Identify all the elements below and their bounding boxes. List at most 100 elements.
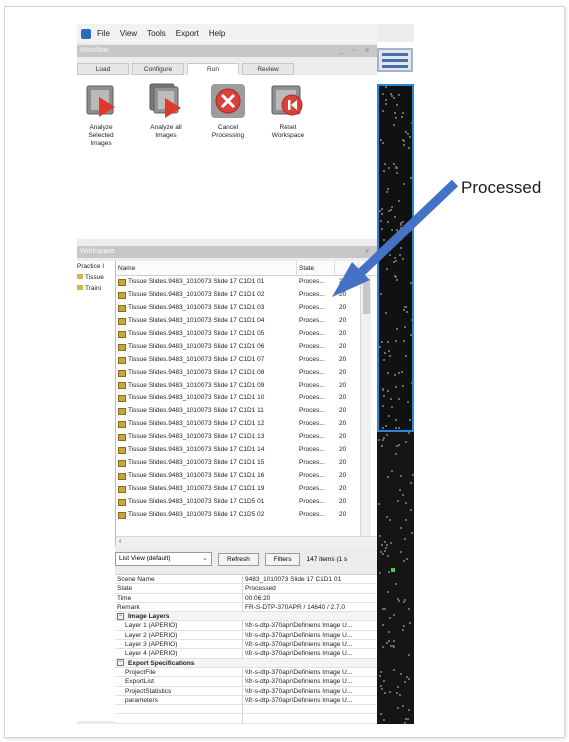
property-row[interactable]: Layer 1 (APERIO) \\fr-s-dtp-370apr\Defini… xyxy=(115,621,377,631)
tab-review[interactable]: Review xyxy=(242,63,294,75)
menu-view[interactable]: View xyxy=(120,29,137,38)
property-key: ExportList xyxy=(115,677,243,686)
list-horizontal-scrollbar[interactable]: ‹ xyxy=(116,536,377,546)
export-specifications-section[interactable]: − Export Specifications xyxy=(115,658,377,668)
table-row[interactable]: Tissue Slides.9483_1010073 Slide 17 C1D1… xyxy=(116,418,377,431)
property-key: Layer 3 (APERIO) xyxy=(115,640,243,649)
table-row[interactable]: Tissue Slides.9483_1010073 Slide 17 C1D1… xyxy=(116,431,377,444)
tissue-speck xyxy=(395,167,398,170)
property-row[interactable]: Time 00:06:20 xyxy=(115,593,377,603)
property-row[interactable]: Layer 4 (APERIO) \\fr-s-dtp-370apr\Defini… xyxy=(115,649,377,659)
cancel-processing-button[interactable]: Cancel Processing xyxy=(205,83,251,140)
row-name: Tissue Slides.9483_1010073 Slide 17 C1D1… xyxy=(128,303,265,311)
property-value: 9483_1010073 Slide 17 C1D1 01 xyxy=(245,576,342,583)
image-file-icon xyxy=(118,382,126,390)
table-row[interactable]: Tissue Slides.9483_1010073 Slide 17 C1D1… xyxy=(116,354,377,367)
tissue-speck xyxy=(410,228,412,231)
column-header-date[interactable] xyxy=(335,261,359,275)
table-row[interactable]: Tissue Slides.9483_1010073 Slide 17 C1D1… xyxy=(116,315,377,328)
tree-item-tissue[interactable]: Tissue xyxy=(77,272,115,283)
tissue-speck xyxy=(395,582,398,585)
workflow-window-controls[interactable]: _ ▫ x xyxy=(339,45,373,57)
tab-run[interactable]: Run xyxy=(187,63,239,75)
tissue-speck xyxy=(388,571,390,574)
analyze-selected-icon xyxy=(83,83,119,119)
slide-image-view[interactable] xyxy=(377,84,414,432)
table-row[interactable]: Tissue Slides.9483_1010073 Slide 17 C1D1… xyxy=(116,392,377,405)
refresh-button[interactable]: Refresh xyxy=(218,552,259,566)
column-header-state[interactable]: State xyxy=(297,261,335,275)
table-row[interactable]: Tissue Slides.9483_1010073 Slide 17 C1D1… xyxy=(116,302,377,315)
table-row[interactable]: Tissue Slides.9483_1010073 Slide 17 C1D1… xyxy=(116,483,377,496)
tissue-speck xyxy=(393,123,396,126)
tissue-speck xyxy=(410,509,413,512)
menu-export[interactable]: Export xyxy=(176,29,199,38)
table-row[interactable]: Tissue Slides.9483_1010073 Slide 17 C1D1… xyxy=(116,470,377,483)
table-row[interactable]: Tissue Slides.9483_1010073 Slide 17 C1D5… xyxy=(116,509,377,522)
property-row[interactable]: Layer 3 (APERIO) \\fr-s-dtp-370apr\Defini… xyxy=(115,640,377,650)
view-select[interactable]: List View (default) ⌄ xyxy=(115,552,212,566)
menu-file[interactable]: File xyxy=(97,29,110,38)
analyze-selected-images-button[interactable]: Analyze Selected Images xyxy=(78,83,124,148)
tissue-speck xyxy=(383,163,386,165)
column-header-name[interactable]: Name xyxy=(116,261,297,275)
scroll-thumb[interactable] xyxy=(363,280,370,314)
table-row[interactable]: Tissue Slides.9483_1010073 Slide 17 C1D1… xyxy=(116,457,377,470)
tissue-speck xyxy=(383,395,386,398)
table-row[interactable]: Tissue Slides.9483_1010073 Slide 17 C1D1… xyxy=(116,444,377,457)
menu-tools[interactable]: Tools xyxy=(147,29,166,38)
tissue-speck xyxy=(386,555,389,558)
tissue-speck xyxy=(404,721,407,724)
menu-help[interactable]: Help xyxy=(209,29,225,38)
scroll-left-icon[interactable]: ‹ xyxy=(116,538,121,545)
tissue-speck xyxy=(394,111,397,114)
tissue-speck xyxy=(379,139,382,142)
image-thumbnail[interactable] xyxy=(377,48,413,72)
tissue-speck xyxy=(381,389,384,392)
table-row[interactable]: Tissue Slides.9483_1010073 Slide 17 C1D1… xyxy=(116,380,377,393)
table-row[interactable]: Tissue Slides.9483_1010073 Slide 17 C1D1… xyxy=(116,405,377,418)
collapse-icon[interactable]: − xyxy=(117,612,124,620)
property-row[interactable]: Layer 2 (APERIO) \\fr-s-dtp-370apr\Defini… xyxy=(115,630,377,641)
property-row[interactable]: ProjectFile \\fr-s-dtp-370apr\Definiens I… xyxy=(115,667,377,678)
collapse-icon[interactable]: − xyxy=(117,659,124,667)
tree-item-training[interactable]: Traini xyxy=(77,283,115,294)
property-row[interactable]: parameters \\fr-s-dtp-370apr\Definiens Im… xyxy=(115,695,377,706)
reset-workspace-label: Reset Workspace xyxy=(271,124,305,139)
table-row[interactable]: Tissue Slides.9483_1010073 Slide 17 C1D1… xyxy=(116,276,377,289)
tissue-speck xyxy=(384,425,387,428)
row-name: Tissue Slides.9483_1010073 Slide 17 C1D1… xyxy=(128,290,265,298)
property-row[interactable]: ProjectStatistics \\fr-s-dtp-370apr\Defin… xyxy=(115,686,377,696)
table-row[interactable]: Tissue Slides.9483_1010073 Slide 17 C1D1… xyxy=(116,341,377,354)
tab-load[interactable]: Load xyxy=(77,63,129,75)
reset-workspace-button[interactable]: Reset Workspace xyxy=(265,83,311,140)
tissue-speck xyxy=(408,147,411,150)
row-state: Proces... xyxy=(299,394,325,402)
slide-image-view-secondary[interactable] xyxy=(377,432,414,724)
table-row[interactable]: Tissue Slides.9483_1010073 Slide 17 C1D1… xyxy=(116,367,377,380)
property-row[interactable]: Remark FR-S-DTP-370APR / 14640 / 2.7.0 xyxy=(115,602,377,613)
tree-item-practice[interactable]: Practice I xyxy=(77,261,115,272)
tissue-speck xyxy=(381,544,384,547)
property-row[interactable]: Scene Name 9483_1010073 Slide 17 C1D1 01 xyxy=(115,575,377,585)
list-vertical-scrollbar[interactable] xyxy=(360,276,371,536)
table-row[interactable]: Tissue Slides.9483_1010073 Slide 17 C1D1… xyxy=(116,289,377,302)
tissue-speck xyxy=(409,419,412,422)
workspace-close-icon[interactable]: x xyxy=(366,246,374,258)
row-state: Proces... xyxy=(299,446,325,454)
property-row-empty xyxy=(115,714,377,724)
tissue-speck xyxy=(387,187,390,190)
folder-icon xyxy=(77,274,83,279)
tissue-speck xyxy=(404,441,407,444)
table-row[interactable]: Tissue Slides.9483_1010073 Slide 17 C1D1… xyxy=(116,328,377,341)
property-row[interactable]: ExportList \\fr-s-dtp-370apr\Definiens Im… xyxy=(115,677,377,687)
tissue-speck xyxy=(396,598,399,601)
image-layers-section[interactable]: − Image Layers xyxy=(115,612,377,622)
image-file-icon xyxy=(118,408,126,416)
tab-configure[interactable]: Configure xyxy=(132,63,184,75)
app-logo-icon xyxy=(81,28,91,39)
analyze-all-images-button[interactable]: Analyze all Images xyxy=(143,83,189,140)
property-row[interactable]: State Processed xyxy=(115,584,377,594)
table-row[interactable]: Tissue Slides.9483_1010073 Slide 17 C1D5… xyxy=(116,496,377,509)
filters-button[interactable]: Filters xyxy=(264,552,301,566)
